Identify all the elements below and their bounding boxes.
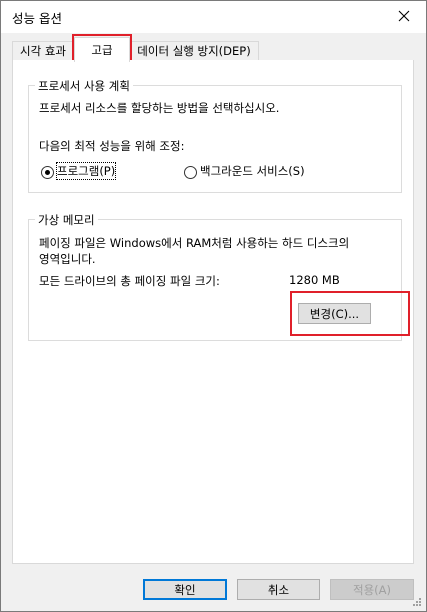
virtual-memory-group: 가상 메모리 페이징 파일은 Windows에서 RAM처럼 사용하는 하드 디… [28, 212, 402, 341]
background-services-radio[interactable] [184, 166, 197, 179]
tab-panel-advanced: 프로세서 사용 계획 프로세서 리소스를 할당하는 방법을 선택하십시오. 다음… [12, 60, 414, 564]
tab-label: 고급 [91, 43, 113, 57]
ok-button[interactable]: 확인 [143, 579, 227, 600]
close-button[interactable] [382, 1, 426, 31]
resize-grip-icon[interactable] [410, 595, 422, 607]
adjust-label: 다음의 최적 성능을 위해 조정: [39, 139, 185, 153]
processor-description: 프로세서 리소스를 할당하는 방법을 선택하십시오. [39, 101, 280, 115]
paging-file-description-line1: 페이징 파일은 Windows에서 RAM처럼 사용하는 하드 디스크의 [39, 236, 350, 250]
change-button[interactable]: 변경(C)... [298, 303, 371, 324]
group-title: 가상 메모리 [35, 212, 98, 228]
total-paging-size-label: 모든 드라이브의 총 페이징 파일 크기: [39, 274, 220, 288]
window-title: 성능 옵션 [12, 11, 62, 26]
paging-file-description-line2: 영역입니다. [39, 252, 96, 266]
tab-visual-effects[interactable]: 시각 효과 [12, 41, 74, 61]
processor-scheduling-group: 프로세서 사용 계획 프로세서 리소스를 할당하는 방법을 선택하십시오. 다음… [28, 78, 402, 193]
tab-label: 시각 효과 [20, 44, 66, 58]
performance-options-dialog: 성능 옵션 시각 효과 고급 데이터 실행 방지(DEP) 프로세서 사용 계획… [0, 0, 427, 612]
close-icon [398, 10, 410, 22]
group-title: 프로세서 사용 계획 [35, 78, 133, 94]
cancel-button-label: 취소 [267, 583, 290, 597]
apply-button[interactable]: 적용(A) [330, 579, 414, 600]
background-services-radio-label[interactable]: 백그라운드 서비스(S) [200, 163, 305, 179]
change-button-label: 변경(C)... [309, 307, 360, 321]
apply-button-label: 적용(A) [353, 583, 391, 597]
ok-button-label: 확인 [174, 583, 196, 597]
tab-dep[interactable]: 데이터 실행 방지(DEP) [129, 41, 259, 61]
title-bar: 성능 옵션 [1, 1, 426, 33]
programs-radio[interactable] [41, 166, 54, 179]
total-paging-size-value: 1280 MB [289, 273, 340, 287]
tab-label: 데이터 실행 방지(DEP) [137, 44, 251, 58]
cancel-button[interactable]: 취소 [237, 579, 320, 600]
programs-radio-label[interactable]: 프로그램(P) [55, 162, 117, 180]
tab-advanced[interactable]: 고급 [74, 37, 130, 62]
